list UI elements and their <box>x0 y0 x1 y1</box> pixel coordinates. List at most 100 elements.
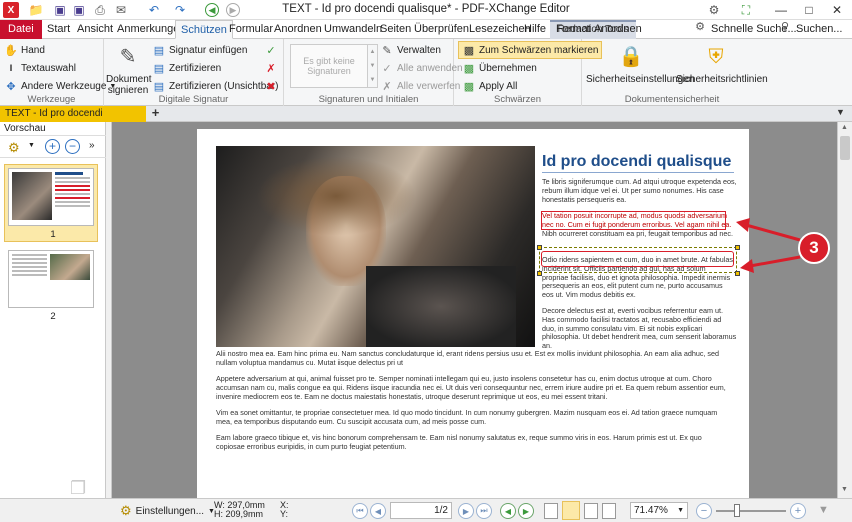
forward-icon[interactable]: ▶ <box>226 3 240 17</box>
validate-signature-button[interactable]: ✓ <box>264 43 278 57</box>
paragraph-1: Te libris signiferumque cum. Ad atqui ut… <box>542 177 737 204</box>
sign-document-button[interactable]: ✎ Dokument signieren <box>106 42 152 97</box>
ribbon-tab-row: Datei Start Ansicht Anmerkungen Schützen… <box>0 20 852 39</box>
next-view-icon[interactable]: ▶ <box>518 503 534 519</box>
prev-page-icon[interactable]: ◀ <box>370 503 386 519</box>
next-page-icon[interactable]: ▶ <box>458 503 474 519</box>
back-icon[interactable]: ◀ <box>205 3 219 17</box>
signature-gallery[interactable]: Es gibt keine Signaturen <box>290 44 368 88</box>
customize-icon[interactable]: ⚙ <box>706 2 722 18</box>
scroll-down-icon[interactable]: ▼ <box>841 486 848 493</box>
close-button[interactable]: ✕ <box>823 0 851 20</box>
shield-icon: ⛨ <box>708 45 724 68</box>
clear-signature-icon: ✖ <box>266 80 276 93</box>
apply-all-redactions-icon: ▩ <box>463 80 475 93</box>
fullscreen-icon[interactable]: ⛶ <box>738 2 754 18</box>
tab-ueberpruefen[interactable]: Überprüfen <box>411 20 472 39</box>
thumbnail-page-2[interactable] <box>8 250 94 308</box>
more-options-icon[interactable]: » <box>89 140 95 151</box>
previous-view-icon[interactable]: ◀ <box>500 503 516 519</box>
text-cursor-icon: I <box>9 63 13 73</box>
other-tools-button[interactable]: ✥ Andere Werkzeuge ▼ <box>4 79 116 93</box>
paragraph-4: Decore delectus est at, everti vocibus r… <box>542 306 737 351</box>
facing-view-icon[interactable] <box>584 503 598 519</box>
new-tab-icon[interactable]: + <box>149 106 162 120</box>
zoom-slider-track[interactable] <box>716 510 786 512</box>
certify-invisible-button[interactable]: ▤ Zertifizieren (Unsichtbar) <box>152 79 279 93</box>
thumbnail-options-icon[interactable]: ⚙ <box>8 140 20 156</box>
signature-gallery-scroll[interactable]: ▲ ▼ ▼ <box>368 44 378 88</box>
redaction-mark-1[interactable] <box>541 211 726 230</box>
tab-schuetzen[interactable]: Schützen <box>175 20 233 39</box>
text-select-button[interactable]: I Textauswahl <box>4 61 76 75</box>
tab-formular[interactable]: Formular <box>226 20 276 39</box>
options-dropdown-icon[interactable]: ▼ <box>28 142 35 149</box>
last-page-icon[interactable]: ⏭ <box>476 503 492 519</box>
hand-tool-button[interactable]: ✋ Hand <box>4 43 45 57</box>
zoom-slider-thumb[interactable] <box>734 504 740 517</box>
undo-icon[interactable]: ↶ <box>146 2 162 18</box>
zoom-out-icon[interactable]: − <box>696 503 712 519</box>
save-as-icon[interactable]: ▣ <box>71 2 87 18</box>
scroll-up-icon[interactable]: ▲ <box>841 124 848 131</box>
tab-menu-icon[interactable]: ▼ <box>836 107 845 117</box>
email-icon[interactable]: ✉ <box>113 2 129 18</box>
redo-icon[interactable]: ↷ <box>172 2 188 18</box>
certify-invisible-label: Zertifizieren (Unsichtbar) <box>169 80 279 92</box>
manage-signatures-button[interactable]: ✎ Verwalten <box>380 43 441 57</box>
signature-properties-button[interactable]: ✗ <box>264 61 278 75</box>
apply-redaction-button[interactable]: ▩ Übernehmen <box>462 61 537 75</box>
tab-start[interactable]: Start <box>44 20 73 39</box>
security-settings-button[interactable]: 🔒 Sicherheitseinstellungen <box>586 42 694 86</box>
tab-ansicht[interactable]: Ansicht <box>74 20 116 39</box>
paragraph-full-3: Vim ea sonet omittantur, te propriae con… <box>216 408 718 426</box>
first-page-icon[interactable]: ⏮ <box>352 503 368 519</box>
scroll-thumb[interactable] <box>840 136 850 160</box>
settings-button[interactable]: ⚙ Einstellungen... ▼ <box>120 503 215 519</box>
selection-handle[interactable] <box>537 245 542 250</box>
search-button[interactable]: ⚲ Suchen... <box>775 20 845 39</box>
clear-signature-button[interactable]: ✖ <box>264 79 278 93</box>
selection-handle[interactable] <box>537 271 542 276</box>
zoom-out-thumbs-icon[interactable]: − <box>65 139 80 154</box>
selection-handle[interactable] <box>735 271 740 276</box>
discard-all-signatures-button[interactable]: ✗ Alle verwerfen <box>380 79 460 93</box>
tab-umwandeln[interactable]: Umwandeln <box>321 20 385 39</box>
continuous-view-icon[interactable] <box>562 501 580 520</box>
tab-anordnen[interactable]: Anordnen <box>271 20 325 39</box>
certify-button[interactable]: ▤ Zertifizieren <box>152 61 221 75</box>
selection-handle[interactable] <box>735 245 740 250</box>
vertical-scrollbar[interactable]: ▲ ▼ <box>837 122 852 498</box>
tab-hilfe[interactable]: Hilfe <box>521 20 549 39</box>
single-page-view-icon[interactable] <box>544 503 558 519</box>
mark-for-redaction-button[interactable]: ▩ Zum Schwärzen markieren <box>458 41 603 59</box>
redaction-mark-icon: ▩ <box>463 44 475 57</box>
continuous-facing-view-icon[interactable] <box>602 503 616 519</box>
document-tab[interactable]: TEXT - Id pro docendi qualisque *✕ <box>0 106 146 135</box>
status-bar-menu-icon[interactable]: ▼ <box>818 504 829 516</box>
maximize-button[interactable]: □ <box>795 0 823 20</box>
group-document-security: 🔒 Sicherheitseinstellungen ⛨ Sicherheits… <box>582 39 768 106</box>
page-number-field[interactable]: 1/2 <box>390 502 452 519</box>
tab-format[interactable]: Format <box>553 20 594 39</box>
tab-seiten[interactable]: Seiten <box>377 20 414 39</box>
open-folder-icon[interactable]: 📁 <box>28 2 44 18</box>
tab-datei[interactable]: Datei <box>0 20 42 39</box>
security-policies-button[interactable]: ⛨ Sicherheitsrichtlinien <box>676 42 768 86</box>
mark-for-redaction-label: Zum Schwärzen markieren <box>479 44 599 56</box>
apply-all-redactions-button[interactable]: ▩ Apply All <box>462 79 518 93</box>
document-canvas[interactable]: Id pro docendi qualisque Te libris signi… <box>112 122 837 498</box>
apply-all-signatures-button[interactable]: ✓ Alle anwenden <box>380 61 462 75</box>
group-digital-signature: ✎ Dokument signieren ▤ Signatur einfügen … <box>104 39 284 106</box>
group-tools: ✋ Hand I Textauswahl ✥ Andere Werkzeuge ▼ We… <box>0 39 116 106</box>
print-icon[interactable]: ⎙ <box>92 2 108 18</box>
sign-document-label: Dokument signieren <box>106 74 152 96</box>
zoom-in-icon[interactable]: + <box>790 503 806 519</box>
zoom-in-thumbs-icon[interactable]: + <box>45 139 60 154</box>
tab-anordnen-2[interactable]: Anordnen <box>591 20 645 39</box>
zoom-field[interactable]: 71.47% ▼ <box>630 502 688 519</box>
hand-label: Hand <box>21 44 45 56</box>
hand-icon: ✋ <box>4 44 18 57</box>
insert-signature-button[interactable]: ▤ Signatur einfügen <box>152 43 248 57</box>
save-icon[interactable]: ▣ <box>52 2 68 18</box>
